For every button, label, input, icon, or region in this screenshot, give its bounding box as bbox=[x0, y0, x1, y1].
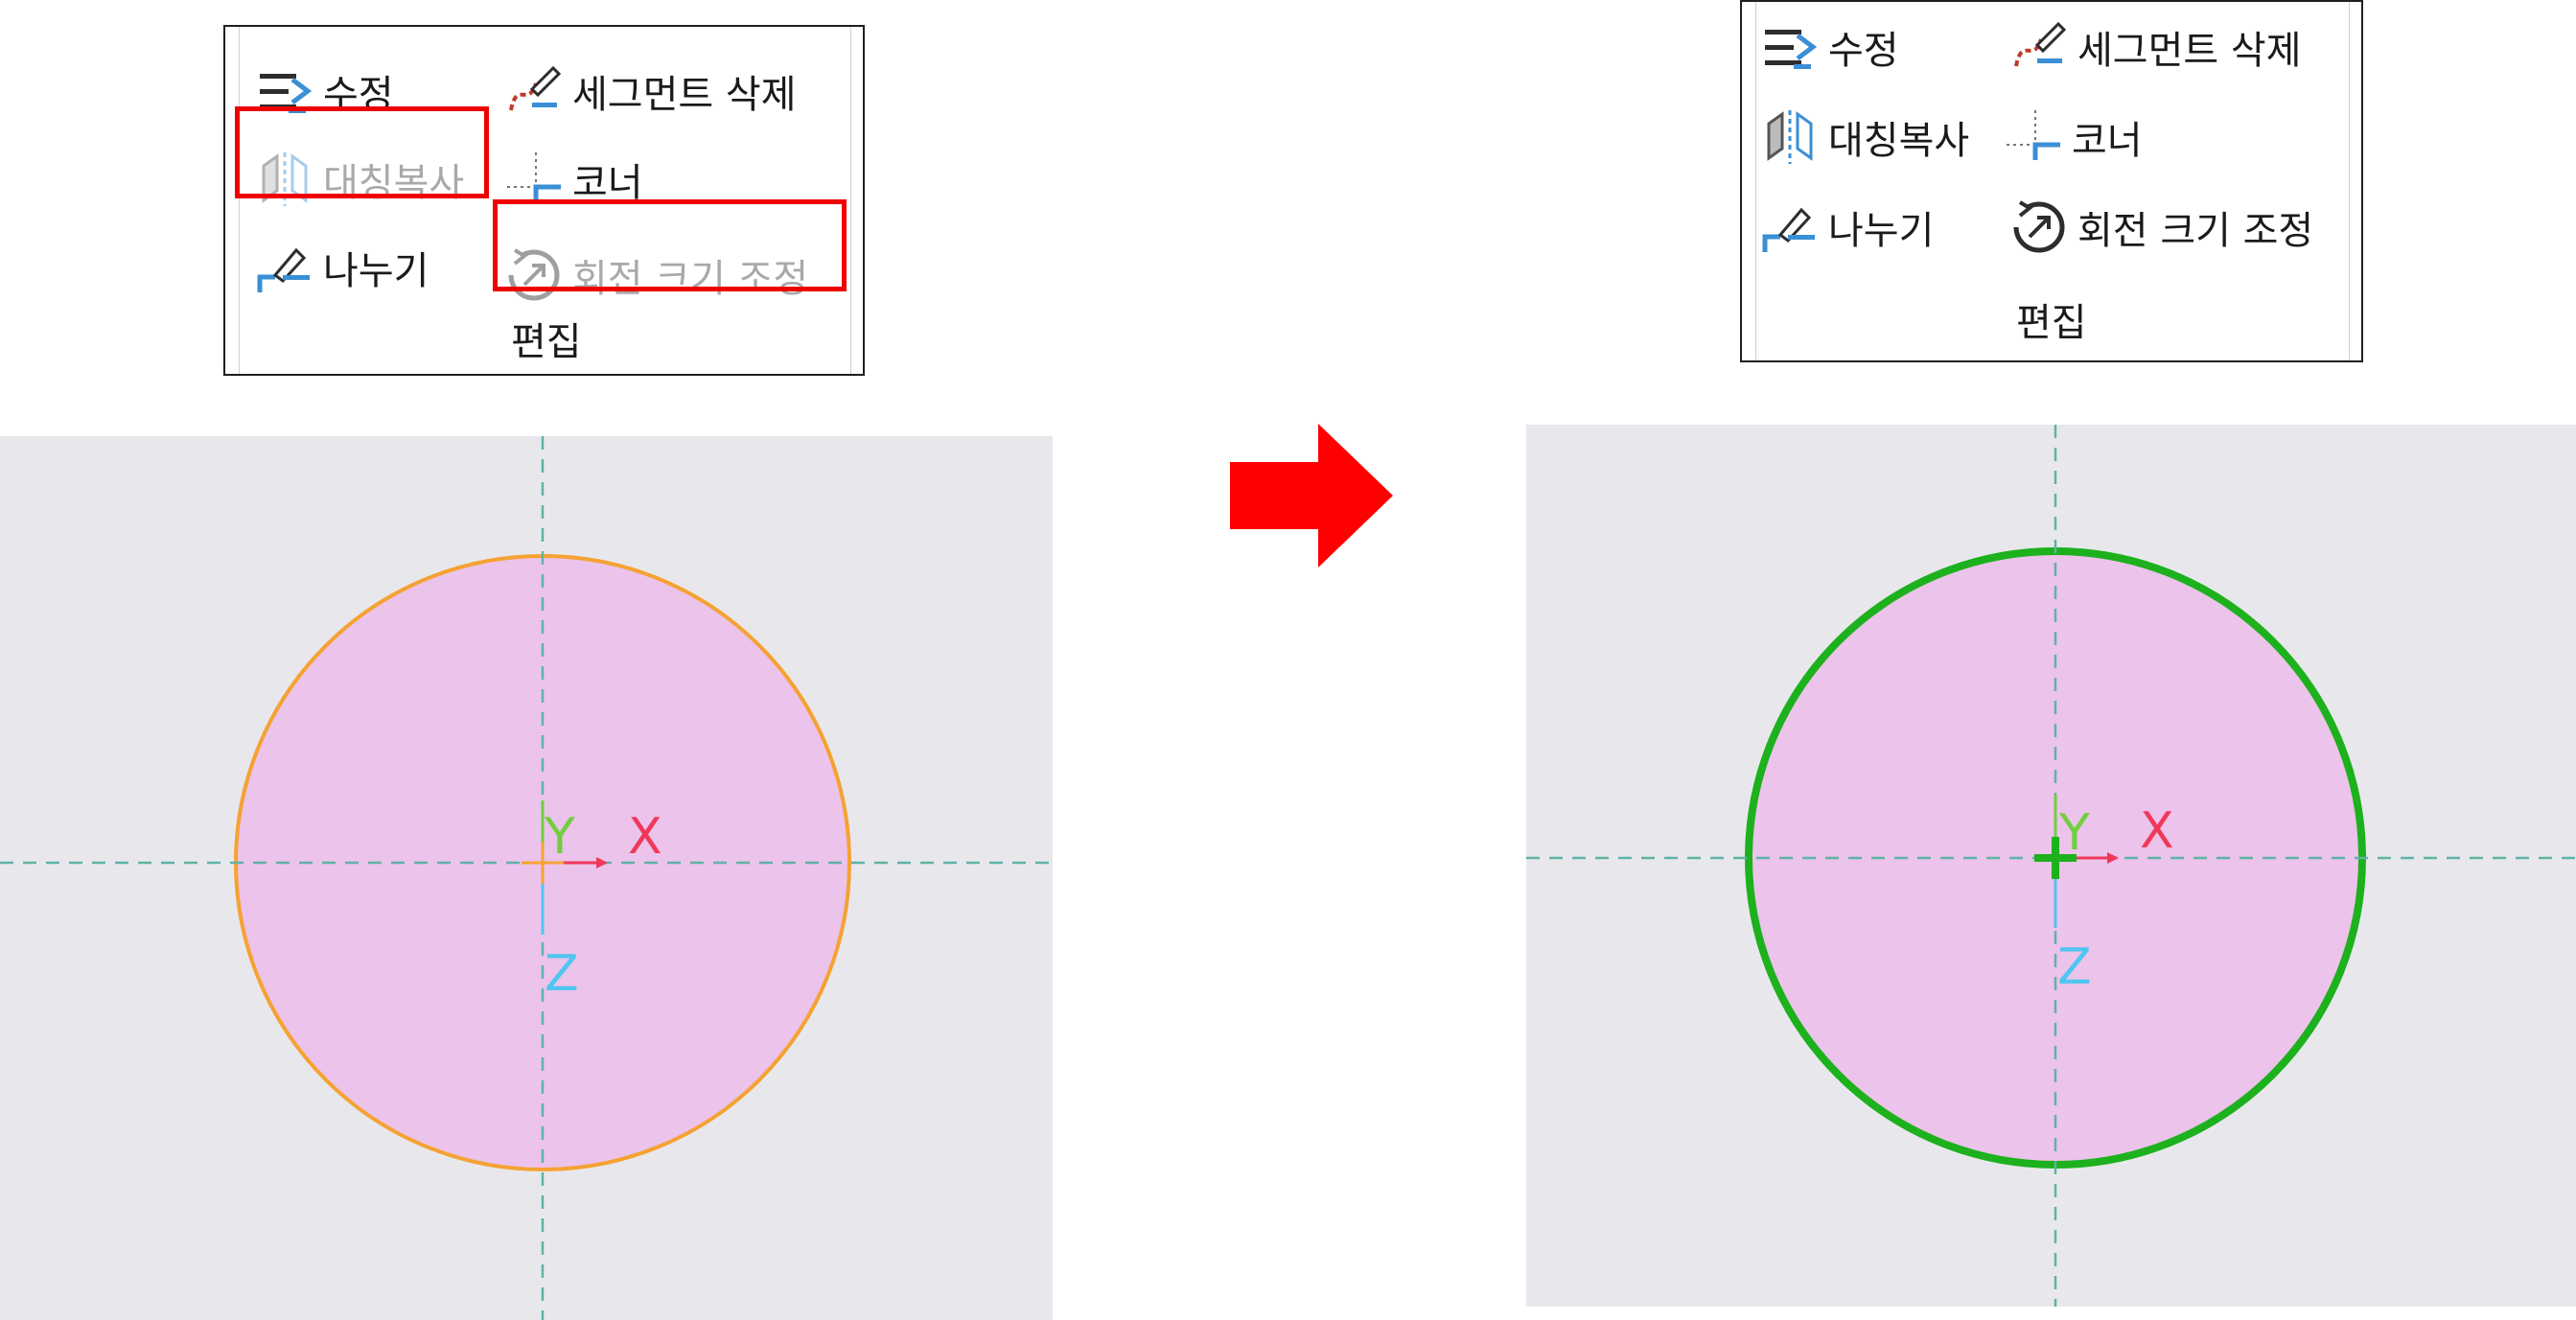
divide-button[interactable]: 나누기 bbox=[254, 232, 429, 303]
corner-button[interactable]: 코너 bbox=[2003, 102, 2143, 173]
rotate-resize-icon bbox=[2008, 197, 2070, 258]
delete-segment-button[interactable]: 세그먼트 삭제 bbox=[2008, 12, 2302, 82]
edit-ribbon-panel-after: 수정 세그먼트 삭제 대칭복사 코너 나누기 회전 크기 조정 편집 bbox=[1740, 0, 2363, 362]
corner-icon bbox=[2003, 106, 2064, 168]
delete-segment-icon bbox=[2014, 22, 2066, 68]
delete-segment-label: 세그먼트 삭제 bbox=[572, 73, 797, 117]
z-axis-label: Z bbox=[545, 945, 579, 1003]
divide-icon bbox=[1759, 197, 1821, 258]
divide-label: 나누기 bbox=[323, 249, 429, 293]
delete-segment-button[interactable]: 세그먼트 삭제 bbox=[503, 56, 797, 127]
rotate-resize-highlight-box bbox=[493, 199, 847, 291]
x-axis-label: X bbox=[628, 808, 662, 866]
divide-icon bbox=[254, 237, 315, 298]
sketch-viewport-before[interactable]: Y X Z bbox=[0, 436, 1053, 1320]
modify-icon bbox=[1759, 16, 1821, 78]
edit-group-label: 편집 bbox=[511, 320, 582, 364]
edit-group-label: 편집 bbox=[2016, 301, 2087, 345]
right-arrow-icon bbox=[1230, 424, 1393, 567]
delete-segment-icon bbox=[509, 66, 561, 112]
z-axis-label: Z bbox=[2057, 938, 2092, 996]
delete-segment-label: 세그먼트 삭제 bbox=[2077, 29, 2302, 73]
modify-label: 수정 bbox=[1828, 29, 1899, 73]
mirror-button[interactable]: 대칭복사 bbox=[1759, 102, 1969, 173]
y-axis-label: Y bbox=[2059, 804, 2090, 862]
rotate-resize-button[interactable]: 회전 크기 조정 bbox=[2008, 192, 2313, 263]
divide-button[interactable]: 나누기 bbox=[1759, 192, 1934, 263]
mirror-highlight-box bbox=[235, 106, 489, 198]
divide-label: 나누기 bbox=[1828, 209, 1935, 253]
sketch-viewport-after[interactable]: Y X Z bbox=[1526, 425, 2576, 1307]
modify-button[interactable]: 수정 bbox=[1759, 12, 1899, 82]
mirror-icon bbox=[1767, 108, 1813, 166]
rotate-resize-label: 회전 크기 조정 bbox=[2077, 209, 2314, 253]
y-axis-label: Y bbox=[545, 808, 575, 866]
x-axis-label: X bbox=[2140, 802, 2174, 860]
corner-label: 코너 bbox=[2072, 119, 2143, 163]
mirror-label: 대칭복사 bbox=[1828, 119, 1970, 163]
